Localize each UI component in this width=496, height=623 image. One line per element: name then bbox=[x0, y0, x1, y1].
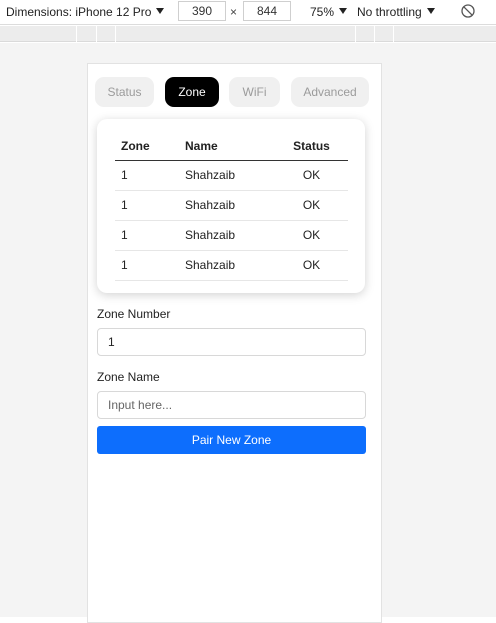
ruler-tick bbox=[355, 26, 356, 42]
width-field[interactable] bbox=[178, 1, 226, 21]
zone-name-label: Zone Name bbox=[97, 370, 160, 384]
pair-new-zone-button[interactable]: Pair New Zone bbox=[97, 426, 366, 454]
zone-table-card: Zone Name Status 1 Shahzaib OK 1 Shahzai… bbox=[97, 119, 365, 293]
throttling-label: No throttling bbox=[357, 5, 422, 19]
table-row: 1 Shahzaib OK bbox=[115, 160, 348, 191]
name-cell: Shahzaib bbox=[179, 250, 275, 281]
zoom-dropdown[interactable]: 75% bbox=[310, 5, 348, 19]
column-header-name: Name bbox=[179, 133, 275, 161]
ruler-tick bbox=[76, 26, 77, 42]
tab-advanced[interactable]: Advanced bbox=[291, 77, 369, 107]
chevron-down-icon bbox=[156, 8, 165, 14]
status-cell: OK bbox=[275, 160, 348, 191]
device-dimensions-label: Dimensions: iPhone 12 Pro bbox=[6, 5, 152, 19]
times-symbol: × bbox=[230, 5, 238, 19]
tab-zone[interactable]: Zone bbox=[165, 77, 219, 107]
chevron-down-icon bbox=[339, 8, 348, 14]
zone-name-field[interactable] bbox=[97, 391, 366, 419]
height-field[interactable] bbox=[243, 1, 291, 21]
tab-status[interactable]: Status bbox=[95, 77, 154, 107]
name-cell: Shahzaib bbox=[179, 190, 275, 221]
ruler-tick bbox=[115, 26, 116, 42]
table-header-row: Zone Name Status bbox=[115, 133, 348, 161]
zone-cell: 1 bbox=[115, 190, 179, 221]
rotate-icon[interactable] bbox=[460, 3, 476, 19]
throttling-dropdown[interactable]: No throttling bbox=[357, 5, 435, 19]
devtools-toolbar: Dimensions: iPhone 12 Pro × 75% No throt… bbox=[0, 0, 496, 25]
status-cell: OK bbox=[275, 220, 348, 251]
media-query-ruler bbox=[0, 26, 496, 42]
status-cell: OK bbox=[275, 190, 348, 221]
table-row: 1 Shahzaib OK bbox=[115, 250, 348, 281]
device-viewport: Status Zone WiFi Advanced Zone Name Stat… bbox=[87, 63, 382, 623]
tab-bar: Status Zone WiFi Advanced bbox=[95, 77, 375, 107]
name-cell: Shahzaib bbox=[179, 160, 275, 191]
name-cell: Shahzaib bbox=[179, 220, 275, 251]
zone-cell: 1 bbox=[115, 160, 179, 191]
table-row: 1 Shahzaib OK bbox=[115, 190, 348, 221]
device-dimensions-dropdown[interactable]: Dimensions: iPhone 12 Pro bbox=[6, 5, 165, 19]
status-cell: OK bbox=[275, 250, 348, 281]
zone-cell: 1 bbox=[115, 220, 179, 251]
table-row: 1 Shahzaib OK bbox=[115, 220, 348, 251]
ruler-tick bbox=[374, 26, 375, 42]
ruler-tick bbox=[96, 26, 97, 42]
zone-cell: 1 bbox=[115, 250, 179, 281]
column-header-status: Status bbox=[275, 133, 348, 161]
zone-number-label: Zone Number bbox=[97, 307, 171, 321]
zone-table: Zone Name Status 1 Shahzaib OK 1 Shahzai… bbox=[115, 133, 348, 281]
zoom-label: 75% bbox=[310, 5, 335, 19]
device-canvas: Status Zone WiFi Advanced Zone Name Stat… bbox=[0, 43, 496, 623]
zone-number-field[interactable] bbox=[97, 328, 366, 356]
chevron-down-icon bbox=[426, 8, 435, 14]
ruler-tick bbox=[393, 26, 394, 42]
column-header-zone: Zone bbox=[115, 133, 179, 161]
tab-wifi[interactable]: WiFi bbox=[229, 77, 280, 107]
